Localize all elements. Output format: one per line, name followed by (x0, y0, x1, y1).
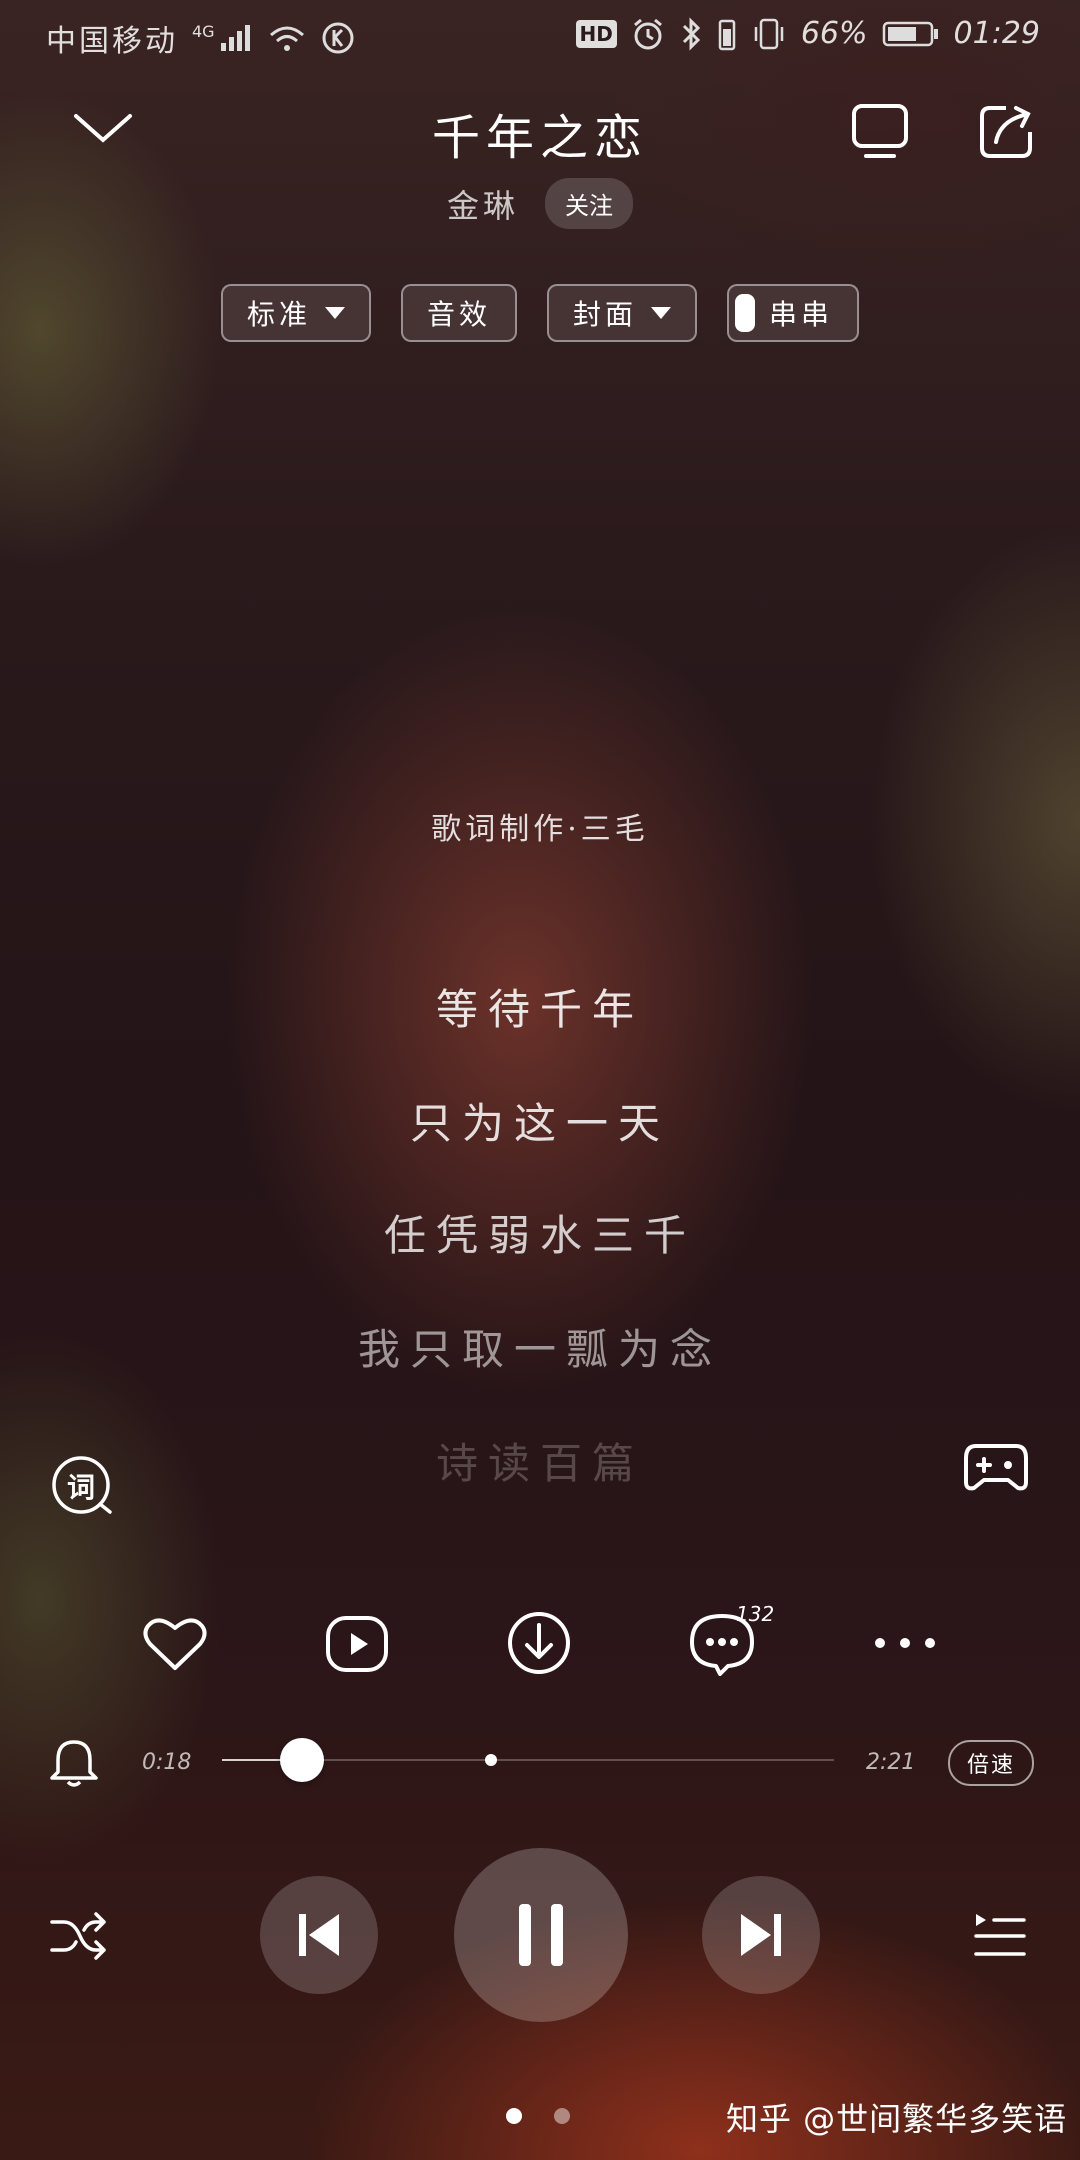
lyric-line[interactable]: 我只取一瓢为念 (0, 1316, 1080, 1377)
effects-label: 音效 (426, 298, 491, 331)
bell-icon (50, 1736, 98, 1788)
like-button[interactable] (142, 1614, 208, 1674)
play-video-icon (324, 1614, 390, 1674)
more-button[interactable] (872, 1628, 938, 1658)
ringtone-button[interactable] (50, 1736, 98, 1788)
heart-icon (142, 1614, 208, 1674)
shuffle-icon (48, 1910, 108, 1962)
watermark: 知乎 @世间繁华多笑语 (726, 2100, 1068, 2138)
playlist-button[interactable] (972, 1910, 1028, 1960)
download-icon (506, 1610, 572, 1676)
k-app-icon (321, 21, 355, 55)
lyric-mode-button[interactable]: 词 (50, 1454, 112, 1516)
lyric-line[interactable]: 任凭弱水三千 (0, 1202, 1080, 1263)
skip-next-icon (737, 1910, 785, 1960)
cover-dropdown[interactable]: 封面 (547, 284, 698, 342)
artist-row: 金琳 关注 (0, 178, 1080, 229)
playlist-icon (972, 1910, 1028, 1960)
tv-icon (850, 102, 910, 160)
skip-previous-icon (295, 1910, 343, 1960)
song-title: 千年之恋 (431, 110, 648, 166)
lyric-line[interactable]: 等待千年 (0, 976, 1080, 1037)
download-button[interactable] (506, 1610, 572, 1676)
shuffle-button[interactable] (48, 1910, 108, 1962)
comment-count: 132 (736, 1602, 775, 1626)
status-bar: 中国移动 4G HD 66% 01:29 (0, 0, 1080, 72)
lyric-line[interactable]: 诗读百篇 (0, 1430, 1080, 1491)
page-dot[interactable] (554, 2108, 570, 2124)
buffer-marker (485, 1754, 498, 1766)
chuanchuan-toggle[interactable]: 串串 (727, 284, 860, 342)
cover-label: 封面 (573, 298, 638, 331)
quality-label: 标准 (246, 298, 311, 331)
clock: 01:29 (953, 16, 1040, 51)
game-button[interactable] (962, 1438, 1030, 1494)
toggle-knob (735, 294, 756, 332)
sound-effects-button[interactable]: 音效 (400, 284, 517, 342)
battery-icon (882, 20, 940, 48)
page-dot-active[interactable] (506, 2108, 522, 2124)
network-type: 4G (192, 21, 215, 41)
chuanchuan-label: 串串 (769, 298, 834, 331)
hd-badge: HD (575, 19, 617, 48)
dropdown-arrow-icon (651, 307, 672, 319)
seek-thumb[interactable] (279, 1738, 324, 1782)
more-dots-icon (872, 1628, 938, 1658)
share-button[interactable] (976, 102, 1036, 162)
vibrate-icon (751, 17, 787, 51)
speed-button[interactable]: 倍速 (948, 1740, 1034, 1786)
play-pause-button[interactable] (454, 1848, 628, 2022)
comment-button[interactable]: 132 (688, 1602, 774, 1676)
seek-bar[interactable] (222, 1730, 834, 1790)
battery-percent: 66% (800, 16, 868, 51)
signal-icon (219, 23, 253, 53)
pause-icon (515, 1902, 567, 1968)
previous-button[interactable] (260, 1876, 378, 1994)
next-button[interactable] (702, 1876, 820, 1994)
lyric-mode-label: 词 (66, 1471, 95, 1504)
lyrics-credit: 歌词制作·三毛 (431, 812, 649, 847)
duration-time: 2:21 (866, 1750, 916, 1775)
lyric-line[interactable]: 只为这一天 (0, 1090, 1080, 1151)
gamepad-icon (962, 1438, 1030, 1494)
share-icon (976, 102, 1036, 162)
dropdown-arrow-icon (324, 307, 345, 319)
battery-saver-icon (717, 17, 737, 51)
video-button[interactable] (324, 1614, 390, 1674)
bluetooth-icon (679, 16, 703, 51)
page-indicator (506, 2108, 570, 2124)
carrier-label: 中国移动 (46, 24, 178, 59)
quality-dropdown[interactable]: 标准 (220, 284, 371, 342)
alarm-icon (631, 17, 665, 51)
wifi-icon (267, 23, 307, 53)
follow-button[interactable]: 关注 (545, 178, 633, 229)
artist-name[interactable]: 金琳 (447, 181, 519, 227)
elapsed-time: 0:18 (142, 1750, 192, 1775)
cast-button[interactable] (850, 102, 910, 160)
player-toolbar: 标准 音效 封面 串串 (0, 284, 1080, 342)
